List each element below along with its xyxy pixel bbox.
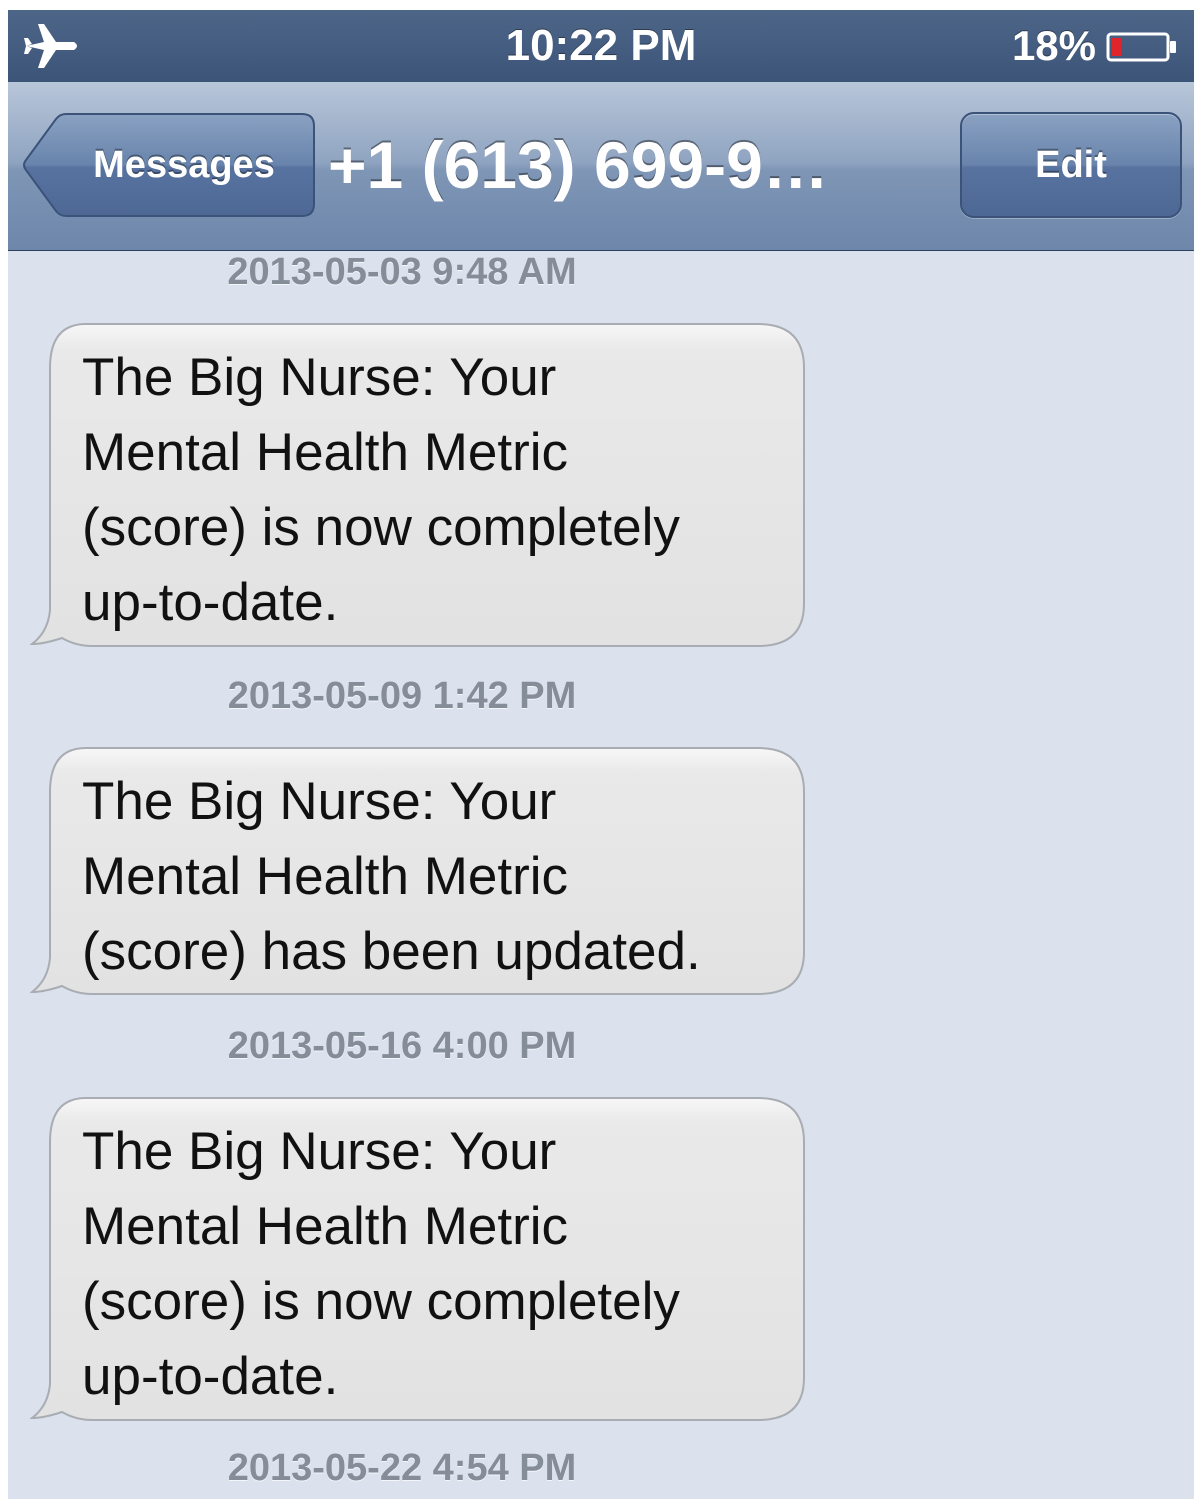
conversation-title: +1 (613) 699-9… [328, 128, 829, 202]
battery-percent: 18% [1011, 22, 1096, 69]
message-text: The Big Nurse: Your Mental Health Metric… [82, 348, 680, 632]
message-bubble[interactable]: The Big Nurse: Your Mental Health Metric… [30, 746, 808, 1000]
status-bar: 10:22 PM 18% [8, 10, 1194, 82]
message-timestamp: 2013-05-09 1:42 PM [227, 675, 577, 717]
message-bubble[interactable]: The Big Nurse: Your Mental Health Metric… [30, 1096, 808, 1426]
message-text: The Big Nurse: Your Mental Health Metric… [82, 1122, 680, 1406]
navigation-bar: Messages +1 (613) 699-9… Edit [8, 82, 1194, 251]
message-timestamp: 2013-05-16 4:00 PM [227, 1025, 577, 1067]
message-timestamp: 2013-05-03 9:48 AM [227, 251, 577, 293]
message-bubble[interactable]: The Big Nurse: Your Mental Health Metric… [30, 322, 808, 652]
battery-low-icon [1106, 32, 1176, 62]
message-text: The Big Nurse: Your Mental Health Metric… [82, 772, 701, 981]
messages-back-button[interactable]: Messages [20, 112, 316, 218]
messages-screen: 10:22 PM 18% Messages +1 (613) 699-9… Ed… [8, 10, 1194, 1499]
message-timestamp: 2013-05-22 4:54 PM [227, 1447, 577, 1489]
edit-button[interactable]: Edit [960, 112, 1182, 218]
back-button-label: Messages [93, 144, 275, 186]
